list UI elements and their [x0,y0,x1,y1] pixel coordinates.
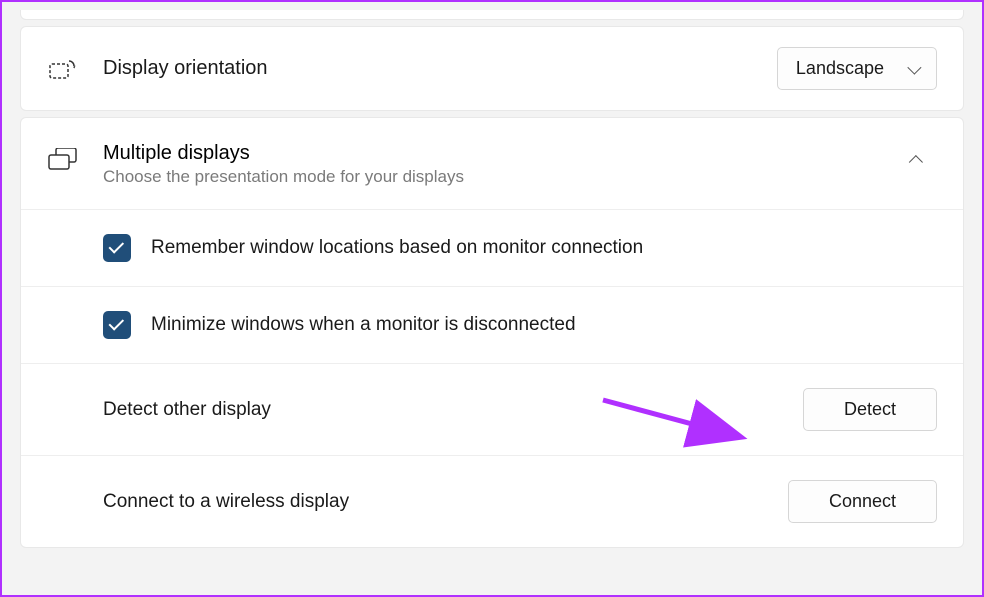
connect-button[interactable]: Connect [788,480,937,523]
chevron-up-icon [909,155,923,169]
previous-card-slice [20,10,964,20]
minimize-label: Minimize windows when a monitor is disco… [151,314,937,336]
multiple-displays-title: Multiple displays [103,142,899,165]
detect-button[interactable]: Detect [803,388,937,431]
orientation-selected: Landscape [796,58,884,79]
collapse-button[interactable] [899,142,937,180]
connect-display-row: Connect to a wireless display Connect [21,455,963,547]
checkmark-icon [109,238,125,254]
minimize-windows-row: Minimize windows when a monitor is disco… [21,286,963,363]
multiple-displays-header[interactable]: Multiple displays Choose the presentatio… [21,118,963,209]
checkmark-icon [109,315,125,331]
minimize-checkbox[interactable] [103,311,131,339]
remember-locations-row: Remember window locations based on monit… [21,209,963,286]
multiple-displays-content: Multiple displays Choose the presentatio… [103,142,899,187]
orientation-dropdown[interactable]: Landscape [777,47,937,90]
orientation-title: Display orientation [103,57,777,80]
multiple-displays-subtitle: Choose the presentation mode for your di… [103,167,899,187]
display-orientation-card: Display orientation Landscape [20,26,964,111]
multiple-displays-card: Multiple displays Choose the presentatio… [20,117,964,548]
remember-label: Remember window locations based on monit… [151,237,937,259]
chevron-down-icon [907,60,921,74]
orientation-icon [47,57,79,81]
detect-label: Detect other display [103,399,803,421]
detect-display-row: Detect other display Detect [21,363,963,455]
display-orientation-row: Display orientation Landscape [21,27,963,110]
remember-checkbox[interactable] [103,234,131,262]
connect-label: Connect to a wireless display [103,491,788,513]
multiple-displays-icon [47,142,79,172]
